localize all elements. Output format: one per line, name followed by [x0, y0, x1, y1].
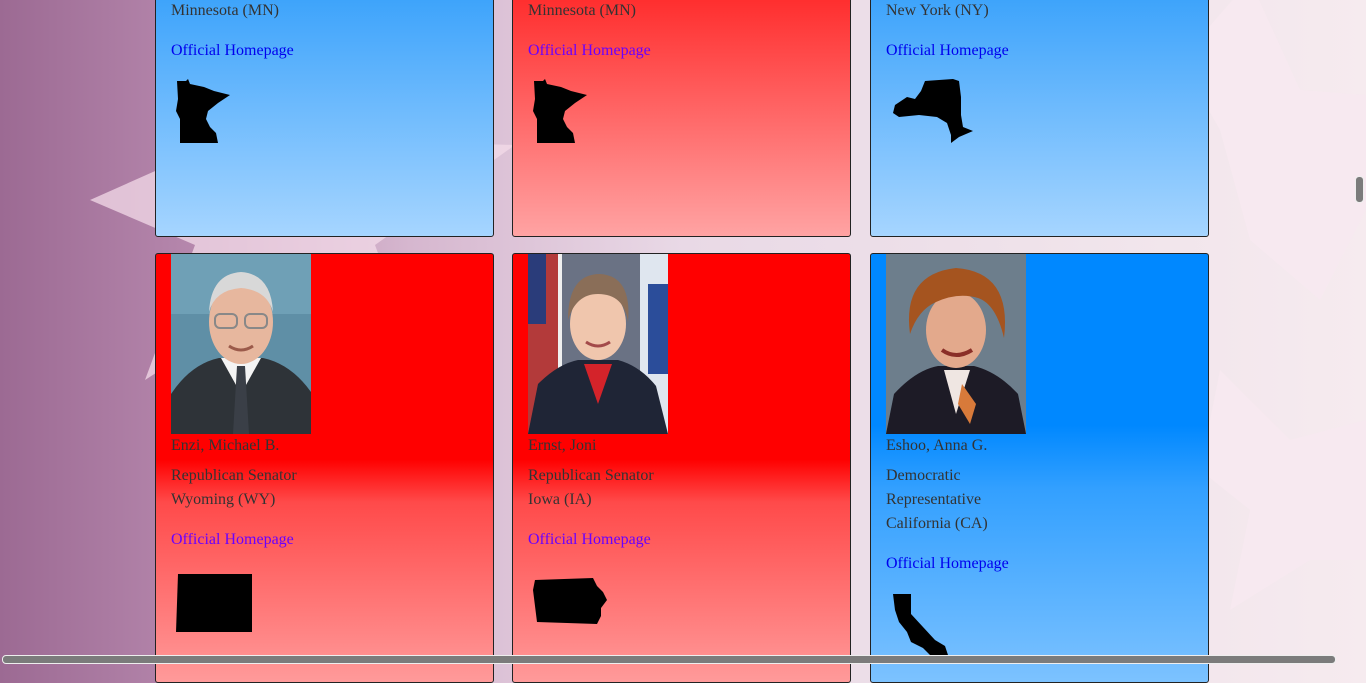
- iowa-shape-icon: [533, 578, 607, 624]
- wyoming-shape-icon: [176, 574, 252, 632]
- member-state: New York (NY): [886, 2, 989, 19]
- vertical-scrollbar[interactable]: [1355, 176, 1364, 203]
- member-state: Minnesota (MN): [528, 2, 636, 19]
- member-photo: [171, 254, 311, 434]
- official-homepage-link[interactable]: Official Homepage: [528, 39, 651, 63]
- official-homepage-link[interactable]: Official Homepage: [171, 39, 294, 63]
- member-role: Democratic: [886, 467, 961, 484]
- member-role: Republican Senator: [171, 467, 297, 484]
- member-name: Ernst, Joni: [528, 437, 597, 454]
- member-state: Minnesota (MN): [171, 2, 279, 19]
- background-star-shape: [1200, 370, 1366, 610]
- member-card: Minnesota (MN) Official Homepage: [512, 0, 851, 237]
- new-york-shape-icon: [893, 79, 973, 143]
- member-name: Enzi, Michael B.: [171, 437, 280, 454]
- member-card: Minnesota (MN) Official Homepage: [155, 0, 494, 237]
- member-name: Eshoo, Anna G.: [886, 437, 988, 454]
- member-state: California (CA): [886, 515, 988, 532]
- member-state: Wyoming (WY): [171, 491, 276, 508]
- member-card: Eshoo, Anna G. Democratic Representative…: [870, 253, 1209, 683]
- minnesota-shape-icon: [533, 79, 587, 143]
- horizontal-scrollbar[interactable]: [2, 655, 1336, 664]
- official-homepage-link[interactable]: Official Homepage: [528, 528, 651, 552]
- member-photo: [528, 254, 668, 434]
- member-state: Iowa (IA): [528, 491, 592, 508]
- official-homepage-link[interactable]: Official Homepage: [886, 552, 1009, 576]
- member-role: Representative: [886, 491, 982, 508]
- member-card: Enzi, Michael B. Republican Senator Wyom…: [155, 253, 494, 683]
- official-homepage-link[interactable]: Official Homepage: [171, 528, 294, 552]
- member-card: New York (NY) Official Homepage: [870, 0, 1209, 237]
- member-photo: [886, 254, 1026, 434]
- member-card: Ernst, Joni Republican Senator Iowa (IA)…: [512, 253, 851, 683]
- official-homepage-link[interactable]: Official Homepage: [886, 39, 1009, 63]
- minnesota-shape-icon: [176, 79, 230, 143]
- member-role: Republican Senator: [528, 467, 654, 484]
- california-shape-icon: [893, 594, 949, 660]
